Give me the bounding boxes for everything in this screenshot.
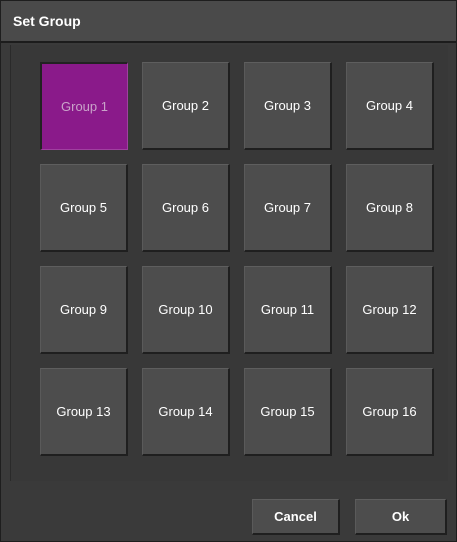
- group-button-1[interactable]: Group 1: [40, 62, 128, 150]
- group-button-13[interactable]: Group 13: [40, 368, 128, 456]
- group-button-3[interactable]: Group 3: [244, 62, 332, 150]
- group-button-8[interactable]: Group 8: [346, 164, 434, 252]
- group-button-5[interactable]: Group 5: [40, 164, 128, 252]
- group-button-4[interactable]: Group 4: [346, 62, 434, 150]
- group-button-15[interactable]: Group 15: [244, 368, 332, 456]
- cancel-button[interactable]: Cancel: [252, 499, 340, 535]
- group-button-9[interactable]: Group 9: [40, 266, 128, 354]
- group-button-10[interactable]: Group 10: [142, 266, 230, 354]
- set-group-dialog: Set Group Group 1 Group 2 Group 3 Group …: [0, 0, 457, 542]
- group-button-16[interactable]: Group 16: [346, 368, 434, 456]
- group-button-6[interactable]: Group 6: [142, 164, 230, 252]
- group-grid: Group 1 Group 2 Group 3 Group 4 Group 5 …: [40, 62, 434, 456]
- group-button-12[interactable]: Group 12: [346, 266, 434, 354]
- title-bar: Set Group: [1, 1, 456, 43]
- ok-button[interactable]: Ok: [355, 499, 447, 535]
- group-button-7[interactable]: Group 7: [244, 164, 332, 252]
- group-button-14[interactable]: Group 14: [142, 368, 230, 456]
- dialog-title: Set Group: [13, 13, 81, 29]
- group-button-2[interactable]: Group 2: [142, 62, 230, 150]
- group-button-11[interactable]: Group 11: [244, 266, 332, 354]
